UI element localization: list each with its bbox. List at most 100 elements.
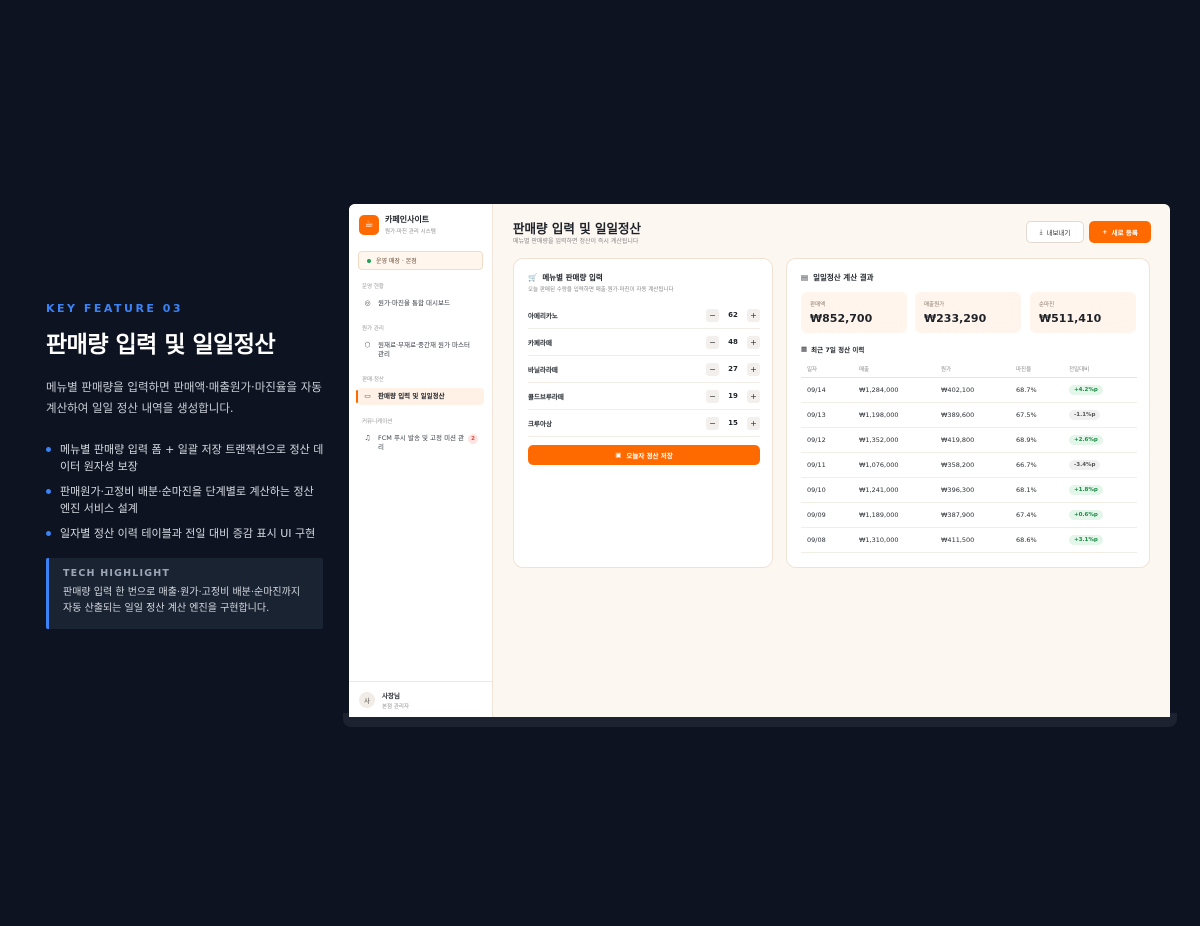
cost-cell: ₩396,300 bbox=[935, 477, 1010, 503]
sidebar-item-dashboard[interactable]: ◎ 원가·마진율 통합 대시보드 bbox=[357, 295, 484, 312]
table-row[interactable]: 09/14 ₩1,284,000 ₩402,100 68.7% +4.2%p bbox=[801, 377, 1137, 403]
bullet-dot-icon bbox=[46, 531, 51, 536]
page-subtitle: 메뉴별 판매량을 입력하면 정산이 즉시 계산됩니다 bbox=[513, 238, 639, 245]
table-row[interactable]: 09/11 ₩1,076,000 ₩358,200 66.7% -3.4%p bbox=[801, 452, 1137, 478]
change-cell: +0.6%p bbox=[1063, 502, 1137, 528]
change-cell: -1.1%p bbox=[1063, 402, 1137, 428]
card-title: ▤ 일일정산 계산 결과 bbox=[801, 273, 874, 282]
table-row[interactable]: 09/12 ₩1,352,000 ₩419,800 68.9% +2.6%p bbox=[801, 427, 1137, 453]
change-cell: -3.4%p bbox=[1063, 452, 1137, 478]
quantity-value[interactable]: 27 bbox=[719, 365, 747, 373]
settlement-result-card: ▤ 일일정산 계산 결과 판매액 ₩852,700 매출원가 ₩233,290 … bbox=[786, 258, 1150, 568]
menu-quantity-row: 카페라떼 − 48 + bbox=[528, 329, 760, 356]
change-cell: +3.1%p bbox=[1063, 527, 1137, 553]
menu-name: 콜드브루라떼 bbox=[528, 393, 564, 401]
bullet-dot-icon bbox=[46, 447, 51, 452]
notification-badge: 2 bbox=[468, 434, 478, 444]
stat-label: 순마진 bbox=[1039, 302, 1055, 308]
table-row[interactable]: 09/09 ₩1,189,000 ₩387,900 67.4% +0.6%p bbox=[801, 502, 1137, 528]
menu-quantity-list: 아메리카노 − 62 + 카페라떼 − 48 + 바닐라라떼 − 27 + 콜드… bbox=[528, 302, 760, 437]
brand[interactable]: ☕ 카페인사이트 원가·마진 관리 시스템 bbox=[349, 204, 492, 235]
quantity-value[interactable]: 19 bbox=[719, 392, 747, 400]
bullet-dot-icon bbox=[46, 489, 51, 494]
quantity-value[interactable]: 62 bbox=[719, 311, 747, 319]
column-header: 일자 bbox=[801, 361, 853, 378]
date-cell: 09/08 bbox=[801, 527, 853, 553]
stat-value: ₩852,700 bbox=[810, 312, 873, 325]
stat-label: 매출원가 bbox=[924, 302, 945, 308]
tech-highlight-title: TECH HIGHLIGHT bbox=[63, 568, 171, 579]
sidebar-item-push[interactable]: ♫ FCM 푸시 발송 및 고정 미션 관리 2 bbox=[357, 430, 484, 456]
user-profile[interactable]: 사 사장님 본점 관리자 bbox=[349, 681, 492, 717]
date-cell: 09/12 bbox=[801, 427, 853, 453]
history-table: 일자 매출 원가 마진율 전일대비 09/14 ₩1,284,000 ₩402,10… bbox=[801, 361, 1137, 553]
decrement-button[interactable]: − bbox=[706, 335, 719, 349]
decrement-button[interactable]: − bbox=[706, 362, 719, 376]
sales-input-card: 🛒 메뉴별 판매량 입력 오늘 판매된 수량을 입력하면 매출·원가·마진이 자… bbox=[513, 258, 773, 568]
decrement-button[interactable]: − bbox=[706, 416, 719, 430]
increment-button[interactable]: + bbox=[747, 362, 760, 376]
card-title: 🛒 메뉴별 판매량 입력 bbox=[528, 273, 603, 282]
increment-button[interactable]: + bbox=[747, 335, 760, 349]
table-row[interactable]: 09/13 ₩1,198,000 ₩389,600 67.5% -1.1%p bbox=[801, 402, 1137, 428]
margin-cell: 67.5% bbox=[1010, 402, 1063, 428]
table-row[interactable]: 09/10 ₩1,241,000 ₩396,300 68.1% +1.8%p bbox=[801, 477, 1137, 503]
history-title: ▦ 최근 7일 정산 이력 bbox=[801, 345, 865, 354]
feature-kicker: KEY FEATURE 03 bbox=[46, 302, 184, 315]
new-entry-button[interactable]: + 새로 등록 bbox=[1089, 221, 1151, 243]
stat-label: 판매액 bbox=[810, 302, 826, 308]
quantity-value[interactable]: 48 bbox=[719, 338, 747, 346]
menu-quantity-row: 바닐라라떼 − 27 + bbox=[528, 356, 760, 383]
change-badge: +4.2%p bbox=[1069, 384, 1103, 395]
calendar-icon: ▦ bbox=[801, 345, 808, 353]
cost-cell: ₩411,500 bbox=[935, 527, 1010, 553]
increment-button[interactable]: + bbox=[747, 308, 760, 322]
user-name: 사장님 bbox=[382, 691, 400, 700]
brand-name: 카페인사이트 bbox=[385, 215, 430, 224]
quantity-value[interactable]: 15 bbox=[719, 419, 747, 427]
menu-quantity-row: 크루아상 − 15 + bbox=[528, 410, 760, 437]
cart-icon: 🛒 bbox=[528, 273, 538, 282]
feature-bullets: 메뉴별 판매량 입력 폼 + 일괄 저장 트랜잭션으로 정산 데이터 원자성 보… bbox=[46, 441, 324, 542]
feature-title: 판매량 입력 및 일일정산 bbox=[46, 332, 276, 358]
sidebar: ☕ 카페인사이트 원가·마진 관리 시스템 운영 매장 · 본점 운영 현황 ◎… bbox=[349, 204, 493, 717]
export-button[interactable]: ⤓ 내보내기 bbox=[1026, 221, 1084, 243]
menu-name: 카페라떼 bbox=[528, 339, 552, 347]
date-cell: 09/11 bbox=[801, 452, 853, 478]
menu-name: 바닐라라떼 bbox=[528, 366, 558, 374]
sidebar-item-sales-settlement[interactable]: ▭ 판매량 입력 및 일일정산 bbox=[356, 388, 484, 405]
date-cell: 09/09 bbox=[801, 502, 853, 528]
decrement-button[interactable]: − bbox=[706, 308, 719, 322]
store-selector[interactable]: 운영 매장 · 본점 bbox=[358, 251, 483, 270]
menu-quantity-row: 아메리카노 − 62 + bbox=[528, 302, 760, 329]
decrement-button[interactable]: − bbox=[706, 389, 719, 403]
chart-icon: ◎ bbox=[364, 299, 371, 307]
change-cell: +1.8%p bbox=[1063, 477, 1137, 503]
sidebar-item-label: 원가·마진율 통합 대시보드 bbox=[378, 299, 450, 307]
date-cell: 09/13 bbox=[801, 402, 853, 428]
change-badge: +1.8%p bbox=[1069, 484, 1103, 495]
menu-name: 크루아상 bbox=[528, 420, 552, 428]
increment-button[interactable]: + bbox=[747, 416, 760, 430]
cost-cell: ₩402,100 bbox=[935, 377, 1010, 403]
change-badge: +2.6%p bbox=[1069, 434, 1103, 445]
increment-button[interactable]: + bbox=[747, 389, 760, 403]
feature-promo: KEY FEATURE 03 판매량 입력 및 일일정산 메뉴별 판매량을 입력… bbox=[46, 302, 324, 629]
margin-cell: 67.4% bbox=[1010, 502, 1063, 528]
menu-name: 아메리카노 bbox=[528, 312, 558, 320]
nav-section-label: 원가 관리 bbox=[362, 326, 384, 332]
save-icon: ▣ bbox=[615, 451, 622, 459]
column-header: 마진율 bbox=[1010, 361, 1063, 378]
receipt-icon: ▭ bbox=[364, 392, 371, 400]
feature-bullet: 일자별 정산 이력 테이블과 전일 대비 증감 표시 UI 구현 bbox=[46, 525, 324, 542]
stat-card-sales: 판매액 ₩852,700 bbox=[801, 292, 907, 333]
sidebar-item-label: 원재료·부재료·중간재 원가 마스터 관리 bbox=[378, 341, 470, 358]
change-badge: -1.1%p bbox=[1069, 409, 1101, 420]
stat-value: ₩511,410 bbox=[1039, 312, 1102, 325]
date-cell: 09/10 bbox=[801, 477, 853, 503]
save-settlement-button[interactable]: ▣ 오늘자 정산 저장 bbox=[528, 445, 760, 465]
margin-cell: 68.1% bbox=[1010, 477, 1063, 503]
table-row[interactable]: 09/08 ₩1,310,000 ₩411,500 68.6% +3.1%p bbox=[801, 527, 1137, 553]
sidebar-item-cost-master[interactable]: ⬡ 원재료·부재료·중간재 원가 마스터 관리 bbox=[357, 337, 484, 363]
column-header: 매출 bbox=[853, 361, 935, 378]
